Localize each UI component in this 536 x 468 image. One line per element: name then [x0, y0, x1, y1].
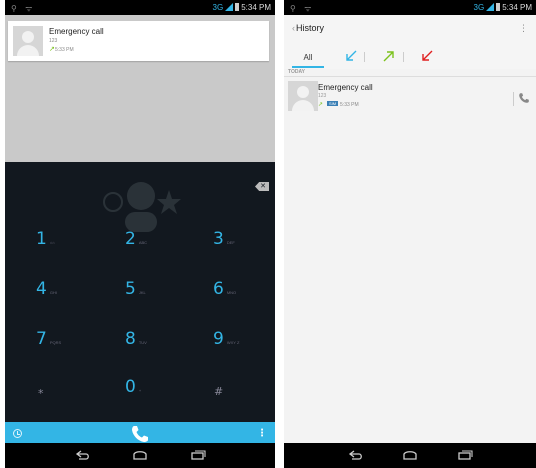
overflow-menu-icon[interactable]: ⋮	[519, 23, 528, 34]
incoming-call-icon[interactable]	[344, 50, 358, 63]
entry-meta: ↗ SIM 5:33 PM	[318, 101, 359, 108]
contacts-watermark-icon	[103, 182, 181, 232]
call-back-icon[interactable]	[518, 92, 530, 104]
back-icon[interactable]	[75, 448, 91, 462]
signal-icon	[486, 3, 495, 11]
page-title: History	[296, 23, 325, 33]
key-9[interactable]: 9 WXY Z	[213, 329, 273, 359]
list-item[interactable]: Emergency call 123 ↗ SIM 5:33 PM	[284, 78, 536, 114]
recent-call-name: Emergency call	[49, 27, 104, 36]
status-icons: 3G 5:34 PM	[213, 3, 271, 12]
status-bar: ⚲ ᯤ 3G 5:34 PM	[284, 0, 536, 15]
recent-apps-icon[interactable]	[457, 448, 473, 462]
tab-divider	[364, 52, 365, 62]
sim-badge: SIM	[327, 101, 339, 106]
section-header: TODAY	[288, 69, 305, 75]
key-2[interactable]: 2 ABC	[125, 229, 185, 259]
battery-icon	[496, 3, 501, 11]
network-type: 3G	[473, 3, 485, 12]
key-6[interactable]: 6 MNO	[213, 279, 273, 309]
missed-call-icon[interactable]	[420, 50, 434, 63]
back-icon[interactable]	[348, 448, 364, 462]
navigation-bar	[284, 443, 536, 468]
outgoing-call-icon[interactable]	[382, 50, 396, 63]
key-star[interactable]: *	[38, 384, 98, 414]
key-3[interactable]: 3 DEF	[213, 229, 273, 259]
notification-icons: ⚲ ᯤ	[290, 4, 315, 13]
history-clock-icon[interactable]	[13, 429, 22, 438]
tab-divider	[403, 52, 404, 62]
dialpad: ✕ 1 ⌂⌂ 2 ABC 3 DEF 4 GHI 5 JKL 6 MNO 7 PQRS 8 TU…	[5, 162, 275, 422]
dialer-screen: ⚲ ᯤ 3G 5:34 PM Emergency call 123 ↗ 5:33 …	[5, 0, 275, 468]
action-bar: ‹History ⋮	[284, 15, 536, 45]
chevron-left-icon: ‹	[292, 23, 295, 33]
entry-number: 123	[318, 93, 327, 99]
contact-avatar	[288, 81, 318, 111]
status-icons: 3G 5:34 PM	[474, 3, 532, 12]
history-screen: ⚲ ᯤ 3G 5:34 PM ‹History ⋮ All TODAY Emerg…	[284, 0, 536, 468]
key-4[interactable]: 4 GHI	[36, 279, 96, 309]
tab-all[interactable]: All	[290, 48, 326, 66]
home-icon[interactable]	[402, 448, 418, 462]
backspace-icon[interactable]: ✕	[255, 182, 269, 191]
status-bar: ⚲ ᯤ 3G 5:34 PM	[5, 0, 275, 15]
overflow-menu-icon[interactable]: ⋮	[257, 428, 267, 439]
contact-avatar	[13, 26, 43, 56]
key-5[interactable]: 5 JKL	[125, 279, 185, 309]
section-divider	[284, 76, 536, 77]
key-0[interactable]: 0 +	[125, 377, 185, 407]
battery-icon	[235, 3, 240, 11]
key-8[interactable]: 8 TUV	[125, 329, 185, 359]
clock: 5:34 PM	[502, 3, 532, 12]
entry-name: Emergency call	[318, 83, 373, 92]
outgoing-arrow-icon: ↗	[49, 46, 55, 53]
up-navigation[interactable]: ‹History	[292, 23, 324, 33]
notification-icons: ⚲ ᯤ	[11, 4, 36, 13]
dial-phone-icon[interactable]	[130, 424, 150, 444]
outgoing-arrow-icon: ↗	[318, 102, 324, 108]
recent-call-number: 123	[49, 38, 58, 44]
entry-time: 5:33 PM	[340, 102, 359, 108]
filter-tabs: All	[284, 45, 536, 69]
navigation-bar	[5, 443, 275, 468]
network-type: 3G	[212, 3, 224, 12]
home-icon[interactable]	[132, 448, 148, 462]
selected-tab-indicator	[292, 66, 324, 68]
clock: 5:34 PM	[241, 3, 271, 12]
recent-call-card[interactable]: Emergency call 123 ↗ 5:33 PM	[8, 21, 269, 61]
recent-call-time: 5:33 PM	[55, 47, 74, 53]
item-divider	[513, 92, 514, 106]
key-7[interactable]: 7 PQRS	[36, 329, 96, 359]
key-1[interactable]: 1 ⌂⌂	[36, 229, 96, 259]
key-pound[interactable]: #	[214, 382, 274, 412]
recent-apps-icon[interactable]	[190, 448, 206, 462]
signal-icon	[225, 3, 234, 11]
